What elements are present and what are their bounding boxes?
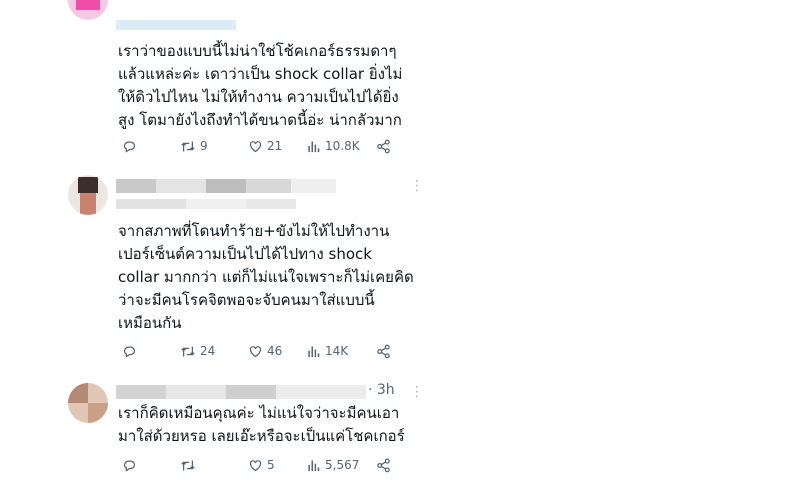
- avatar-blur: [68, 383, 88, 403]
- more-icon[interactable]: ⋮: [410, 385, 424, 399]
- views-icon: [308, 460, 320, 471]
- post-text: เราว่าของแบบนี้ไม่น่าใช่โช้คเกอร์ธรรมดาๆ…: [118, 42, 403, 129]
- share-icon: [377, 458, 390, 472]
- avatar[interactable]: [68, 175, 108, 215]
- like-count: 46: [267, 344, 283, 358]
- reply-icon: [123, 141, 136, 153]
- like-button[interactable]: 46: [248, 344, 306, 359]
- retweet-button[interactable]: [180, 458, 248, 473]
- avatar-blur: [78, 177, 98, 193]
- retweet-icon: [181, 460, 195, 470]
- like-button[interactable]: 21: [248, 139, 306, 154]
- retweet-count: 24: [200, 344, 216, 358]
- views-count: 5,567: [325, 458, 360, 472]
- views-button[interactable]: 10.8K: [306, 139, 376, 154]
- more-icon[interactable]: ⋮: [410, 179, 424, 193]
- action-bar: 5 5,567: [122, 455, 422, 475]
- share-icon: [377, 344, 390, 358]
- views-button[interactable]: 5,567: [306, 458, 376, 473]
- heart-icon: [249, 140, 262, 152]
- action-bar: 24 46 14K: [122, 341, 422, 361]
- avatar[interactable]: [68, 0, 108, 20]
- reply-icon: [123, 460, 136, 472]
- views-icon: [308, 346, 320, 357]
- heart-icon: [249, 345, 262, 357]
- username-blurred: [116, 385, 366, 399]
- retweet-button[interactable]: 9: [180, 139, 248, 154]
- handle-blurred: [116, 199, 296, 209]
- views-count: 10.8K: [325, 139, 360, 153]
- share-button[interactable]: [376, 139, 396, 154]
- share-button[interactable]: [376, 458, 396, 473]
- retweet-button[interactable]: 24: [180, 344, 248, 359]
- avatar[interactable]: [68, 383, 108, 423]
- username-blurred: [116, 179, 336, 193]
- post-text: เราก็คิดเหมือนคุณค่ะ ไม่แน่ใจว่าจะมีคนเอ…: [118, 404, 405, 445]
- views-count: 14K: [325, 344, 349, 358]
- avatar-blur: [80, 193, 96, 215]
- avatar-blur: [88, 403, 108, 423]
- post-2[interactable]: ⋮ จากสภาพที่โดนทำร้าย+ขังไม่ให้ไปทำงาน เ…: [50, 165, 440, 375]
- retweet-count: 9: [200, 139, 208, 153]
- views-icon: [308, 141, 320, 152]
- retweet-icon: [181, 141, 195, 151]
- heart-icon: [249, 459, 262, 471]
- like-count: 5: [267, 458, 275, 472]
- post-1[interactable]: เราว่าของแบบนี้ไม่น่าใช่โช้คเกอร์ธรรมดาๆ…: [50, 0, 440, 165]
- reply-button[interactable]: [122, 139, 180, 154]
- retweet-icon: [181, 346, 195, 356]
- reply-button[interactable]: [122, 344, 180, 359]
- post-text: จากสภาพที่โดนทำร้าย+ขังไม่ให้ไปทำงาน เปอ…: [118, 222, 414, 332]
- reply-thread: เราว่าของแบบนี้ไม่น่าใช่โช้คเกอร์ธรรมดาๆ…: [50, 0, 440, 486]
- share-button[interactable]: [376, 344, 396, 359]
- like-count: 21: [267, 139, 283, 153]
- share-icon: [377, 139, 390, 153]
- reply-icon: [123, 346, 136, 358]
- reply-button[interactable]: [122, 458, 180, 473]
- like-button[interactable]: 5: [248, 458, 306, 473]
- views-button[interactable]: 14K: [306, 344, 376, 359]
- post-3[interactable]: · 3h ⋮ เราก็คิดเหมือนคุณค่ะ ไม่แน่ใจว่าจ…: [50, 375, 440, 486]
- handle-blurred: [116, 20, 236, 30]
- post-time: · 3h: [368, 382, 395, 398]
- action-bar: 9 21 10.8K: [122, 136, 422, 156]
- avatar-blur: [76, 0, 100, 10]
